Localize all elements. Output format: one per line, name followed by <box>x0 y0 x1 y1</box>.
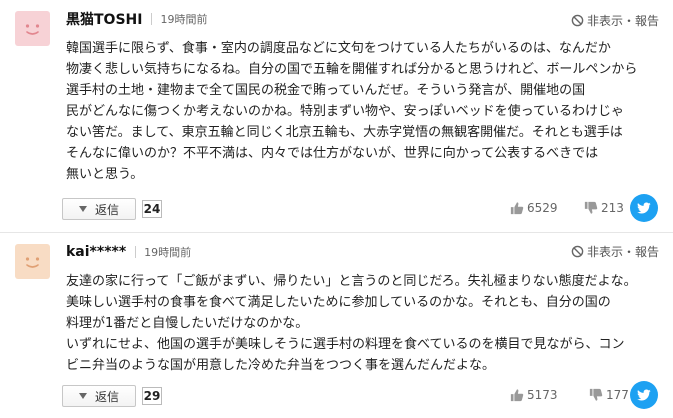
smiley-avatar-icon <box>15 244 50 279</box>
comment-line: 無いと思う。 <box>66 167 144 182</box>
avatar[interactable] <box>15 244 50 279</box>
twitter-share-button[interactable] <box>630 381 658 409</box>
comment-body: 韓国選手に限らず、食事・室内の調度品などに文句をつけている人たちがいるのは、なん… <box>66 38 662 185</box>
comment-line: ない筈だ。まして、東京五輪と同じく北京五輪も、大赤字覚悟の無観客開催だ。それとも… <box>66 125 623 140</box>
hide-report-button[interactable]: 非表示・報告 <box>571 12 659 29</box>
dislike-button[interactable]: 213 <box>584 201 624 215</box>
comment-line: いずれにせよ、他国の選手が美味しそうに選手村の料理を食べているのを横目で見ながら… <box>66 337 625 352</box>
comment-line: 美味しい選手村の食事を食べて満足したいために参加しているのかな。それとも、自分の… <box>66 295 611 310</box>
like-button[interactable]: 6529 <box>510 201 558 215</box>
prohibited-icon <box>571 14 584 27</box>
dislike-count: 213 <box>601 201 624 215</box>
dislike-count: 177 <box>606 388 629 402</box>
comment-line: 選手村の土地・建物まで全て国民の税金で賄っていんだぜ。そういう発言が、開催地の国 <box>66 83 586 98</box>
comment-line: 友達の家に行って「ご飯がまずい、帰りたい」と言うのと同じだろ。失礼極まりない態度… <box>66 274 637 289</box>
smiley-avatar-icon <box>15 11 50 46</box>
comment-line: 民がどんなに傷つくか考えないのかね。特別まずい物や、安っぽいベッドを使っているわ… <box>66 104 624 119</box>
comment-line: ビニ弁当のような国が用意した冷めた弁当をつつく事を選んだんだよな。 <box>66 358 496 373</box>
thumbs-up-icon <box>510 389 524 402</box>
thumbs-down-icon <box>589 388 603 401</box>
comment-header: kai***** 19時間前 <box>66 242 191 262</box>
report-label: 非表示・報告 <box>586 14 659 28</box>
thumbs-up-icon <box>510 202 524 215</box>
reply-label: 返信 <box>94 202 119 217</box>
divider <box>151 13 153 25</box>
divider <box>135 246 137 258</box>
comment-line: そんなに偉いのか？不平不満は、内々では仕方がないが、世界に向かって公表するべきで… <box>66 146 599 161</box>
username[interactable]: 黒猫TOSHI <box>66 9 142 29</box>
comment-header: 黒猫TOSHI 19時間前 <box>66 9 207 29</box>
comment-footer: 返信 24 6529 213 <box>62 194 662 224</box>
reply-count[interactable]: 29 <box>142 387 162 405</box>
comment-body: 友達の家に行って「ご飯がまずい、帰りたい」と言うのと同じだろ。失礼極まりない態度… <box>66 271 662 376</box>
thumbs-down-icon <box>584 201 598 214</box>
avatar[interactable] <box>15 11 50 46</box>
like-count: 5173 <box>527 388 558 402</box>
like-count: 6529 <box>527 201 558 215</box>
twitter-bird-icon <box>637 202 651 214</box>
username[interactable]: kai***** <box>66 244 126 260</box>
comment-line: 韓国選手に限らず、食事・室内の調度品などに文句をつけている人たちがいるのは、なん… <box>66 41 611 56</box>
reply-count[interactable]: 24 <box>142 200 162 218</box>
hide-report-button[interactable]: 非表示・報告 <box>571 243 659 260</box>
report-label: 非表示・報告 <box>586 245 659 259</box>
like-button[interactable]: 5173 <box>510 388 558 402</box>
comment-line: 物凄く悲しい気持ちになるね。自分の国で五輪を開催すれば分かると思うけれど、ボール… <box>66 62 638 77</box>
timestamp: 19時間前 <box>160 13 208 26</box>
reply-button[interactable]: 返信 <box>62 198 136 220</box>
comment-footer: 返信 29 5173 177 <box>62 381 662 411</box>
twitter-bird-icon <box>637 389 651 401</box>
comment-line: 料理が1番だと自慢したいだけなのかな。 <box>66 316 309 331</box>
twitter-share-button[interactable] <box>630 194 658 222</box>
reply-label: 返信 <box>94 389 119 404</box>
dislike-button[interactable]: 177 <box>589 388 629 402</box>
prohibited-icon <box>571 245 584 258</box>
caret-down-icon <box>78 393 87 399</box>
caret-down-icon <box>78 206 87 212</box>
timestamp: 19時間前 <box>144 246 192 259</box>
reply-button[interactable]: 返信 <box>62 385 136 407</box>
